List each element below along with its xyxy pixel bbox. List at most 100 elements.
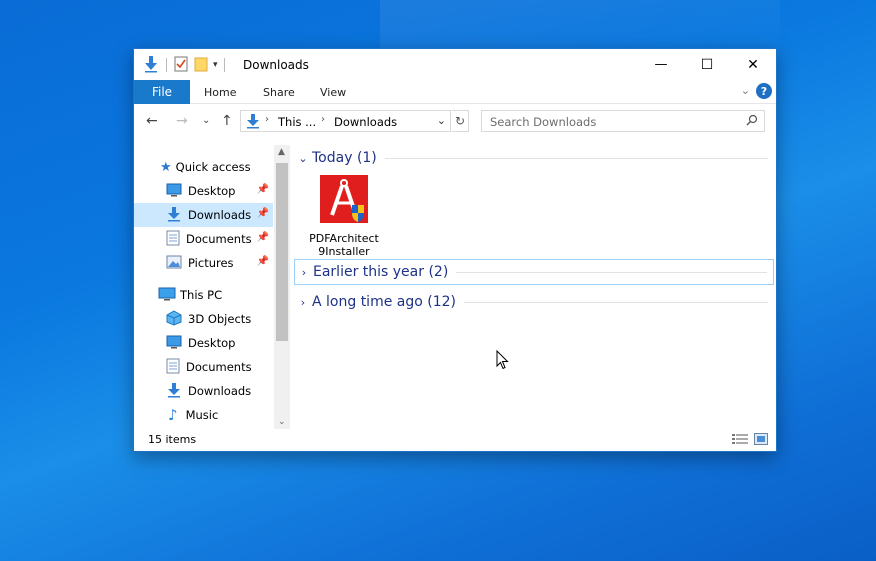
scrollbar-thumb[interactable] <box>276 163 288 341</box>
group-header-today[interactable]: ⌄ Today (1) <box>294 145 774 171</box>
close-button[interactable]: ✕ <box>730 49 776 80</box>
group-divider <box>464 301 768 303</box>
breadcrumb-downloads[interactable]: Downloads <box>334 115 397 129</box>
pin-icon[interactable]: 📌 <box>257 208 269 219</box>
nav-label: Downloads <box>188 384 252 398</box>
window-title: Downloads <box>243 58 309 72</box>
chevron-right-icon: › <box>301 265 307 279</box>
new-folder-icon[interactable] <box>193 56 209 75</box>
nav-pc-downloads[interactable]: Downloads <box>134 379 273 403</box>
nav-pc-music[interactable]: ♪ Music <box>134 403 273 427</box>
properties-icon[interactable] <box>173 56 189 75</box>
tab-view[interactable]: View <box>320 86 346 99</box>
maximize-icon: ☐ <box>700 56 714 73</box>
expand-ribbon-chevron-icon[interactable]: ⌄ <box>741 84 750 97</box>
nav-quick-downloads[interactable]: Downloads 📌 <box>134 203 273 227</box>
documents-icon <box>166 358 180 377</box>
back-arrow-icon[interactable]: ← <box>146 113 158 129</box>
navigation-pane: ★ Quick access Desktop 📌 Downloads 📌 Doc… <box>134 145 290 429</box>
file-item[interactable]: PDFArchitect9Installer <box>306 175 382 258</box>
help-button[interactable]: ? <box>756 83 772 99</box>
large-icons-view-icon[interactable] <box>754 433 768 448</box>
ribbon-tabs: File Home Share View ⌄ ? <box>134 80 776 104</box>
pdf-architect-installer-icon <box>320 175 368 226</box>
nav-pc-3d-objects[interactable]: 3D Objects <box>134 307 273 331</box>
pin-icon[interactable]: 📌 <box>257 184 269 195</box>
group-title: A long time ago (12) <box>312 294 456 310</box>
maximize-button[interactable]: ☐ <box>684 49 730 80</box>
address-dropdown-chevron-icon[interactable]: ⌄ <box>437 114 446 127</box>
documents-icon <box>166 230 180 249</box>
toolbar-separator <box>223 58 225 72</box>
refresh-button[interactable]: ↻ <box>452 110 469 132</box>
music-icon: ♪ <box>168 406 178 424</box>
tab-share[interactable]: Share <box>263 86 295 99</box>
star-icon: ★ <box>160 159 172 175</box>
nav-pc-documents[interactable]: Documents <box>134 355 273 379</box>
nav-quick-access[interactable]: ★ Quick access <box>134 155 273 179</box>
desktop-icon <box>166 183 182 200</box>
nav-label: Quick access <box>175 160 251 174</box>
title-bar[interactable]: ▾ Downloads — ☐ ✕ <box>134 49 776 80</box>
nav-label: Documents <box>186 360 252 374</box>
group-header-long-time-ago[interactable]: › A long time ago (12) <box>294 289 774 315</box>
nav-quick-pictures[interactable]: Pictures 📌 <box>134 251 273 275</box>
desktop-icon <box>166 335 182 352</box>
forward-arrow-icon[interactable]: → <box>176 113 188 129</box>
close-icon: ✕ <box>747 56 759 73</box>
mouse-pointer-icon <box>496 349 509 373</box>
address-bar[interactable]: › This ... › Downloads ⌄ <box>240 110 451 132</box>
downloads-icon <box>166 382 182 401</box>
breadcrumb-this-pc[interactable]: This ... <box>278 115 316 129</box>
minimize-icon: — <box>654 57 668 72</box>
navpane-scrollbar[interactable]: ▲ ⌄ <box>274 145 290 429</box>
quick-access-toolbar: ▾ <box>142 55 227 75</box>
nav-label: Music <box>185 408 219 422</box>
item-count: 15 items <box>148 433 197 446</box>
tab-file[interactable]: File <box>134 80 190 104</box>
nav-quick-desktop[interactable]: Desktop 📌 <box>134 179 273 203</box>
file-list: ⌄ Today (1) PDFArchitect9Installer › Ear… <box>292 145 776 429</box>
search-input[interactable]: Search Downloads <box>481 110 765 132</box>
downloads-icon <box>166 206 182 225</box>
scroll-down-arrow-icon[interactable]: ⌄ <box>278 417 286 427</box>
group-divider <box>456 271 767 273</box>
nav-label: Downloads <box>188 208 252 222</box>
group-title: Today (1) <box>312 150 377 166</box>
recent-locations-chevron-icon[interactable]: ⌄ <box>202 115 210 126</box>
nav-label: Documents <box>186 232 252 246</box>
minimize-button[interactable]: — <box>638 49 684 80</box>
breadcrumb-separator-icon: › <box>265 114 269 125</box>
nav-pc-desktop[interactable]: Desktop <box>134 331 273 355</box>
group-header-earlier-this-year[interactable]: › Earlier this year (2) <box>294 259 774 285</box>
group-divider <box>384 157 768 159</box>
search-placeholder: Search Downloads <box>490 115 597 129</box>
pictures-icon <box>166 255 182 272</box>
address-row: ← → ⌄ ↑ › This ... › Downloads ⌄ ↻ Searc… <box>134 105 776 137</box>
scroll-up-arrow-icon[interactable]: ▲ <box>278 147 285 157</box>
chevron-right-icon: › <box>300 295 306 309</box>
file-name: PDFArchitect9Installer <box>309 232 379 258</box>
nav-this-pc[interactable]: This PC <box>134 283 273 307</box>
details-view-icon[interactable] <box>732 433 748 448</box>
nav-label: This PC <box>180 288 223 302</box>
this-pc-icon <box>158 287 176 304</box>
nav-label: Desktop <box>188 184 236 198</box>
breadcrumb-separator-icon: › <box>321 114 325 125</box>
search-icon <box>746 114 758 129</box>
status-bar: 15 items <box>134 429 776 451</box>
chevron-down-icon: ⌄ <box>298 151 308 165</box>
pin-icon[interactable]: 📌 <box>257 256 269 267</box>
nav-quick-documents[interactable]: Documents 📌 <box>134 227 273 251</box>
view-switcher <box>732 433 768 448</box>
group-title: Earlier this year (2) <box>313 264 449 280</box>
3d-objects-icon <box>166 309 182 329</box>
customize-toolbar-chevron-icon[interactable]: ▾ <box>213 60 218 70</box>
tab-home[interactable]: Home <box>204 86 236 99</box>
downloads-icon <box>245 113 261 132</box>
nav-label: 3D Objects <box>188 312 252 326</box>
pin-icon[interactable]: 📌 <box>257 232 269 243</box>
nav-label: Pictures <box>188 256 234 270</box>
up-arrow-icon[interactable]: ↑ <box>221 113 233 129</box>
file-explorer-window: ▾ Downloads — ☐ ✕ File Home Share View ⌄… <box>133 48 777 452</box>
